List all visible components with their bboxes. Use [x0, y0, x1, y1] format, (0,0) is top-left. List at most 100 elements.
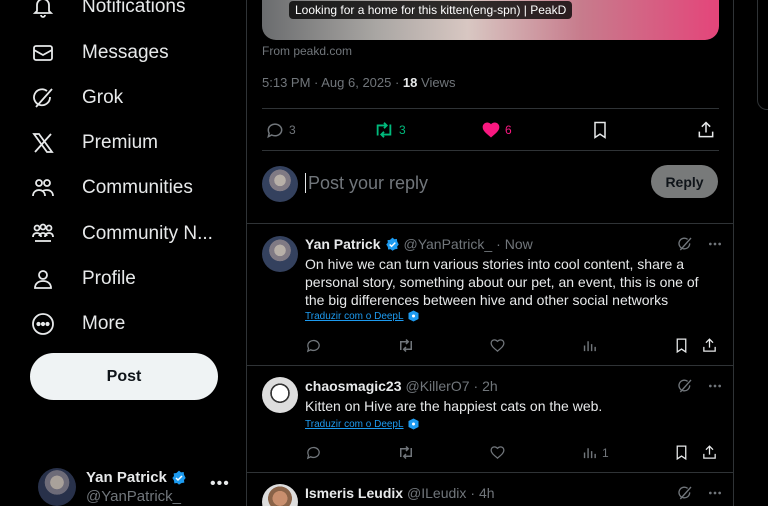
more-dots-icon[interactable] [707, 378, 723, 394]
heart-icon [481, 120, 501, 140]
tweet-top-icons [677, 236, 723, 252]
reply-icon [305, 444, 322, 461]
tweet-author-name[interactable]: Yan Patrick [305, 236, 381, 252]
sidebar-nav: Notifications Messages Grok Premium Comm… [0, 0, 246, 506]
account-name-row: Yan Patrick [86, 469, 187, 486]
list-item[interactable]: Ismeris Leudix @ILeudix · 4h [247, 473, 733, 506]
repost-action[interactable] [397, 444, 415, 461]
like-action[interactable]: 6 [481, 120, 512, 140]
tweet-top-icons [677, 485, 723, 501]
more-circle-icon [30, 311, 56, 337]
tweet-author-handle[interactable]: @ILeudix [407, 485, 466, 501]
tweet-time[interactable]: · Now [496, 236, 533, 252]
list-item[interactable]: chaosmagic23 @KillerO7 · 2h Kitten on Hi… [247, 366, 733, 473]
more-dots-icon[interactable]: ••• [210, 475, 230, 493]
link-source[interactable]: From peakd.com [262, 44, 352, 58]
tweet-header: chaosmagic23 @KillerO7 · 2h [305, 378, 498, 394]
avatar[interactable] [262, 236, 298, 272]
heart-icon [489, 444, 506, 461]
share-icon [701, 337, 718, 354]
tweet-author-name[interactable]: chaosmagic23 [305, 378, 402, 394]
post-timestamp[interactable]: 5:13 PM · Aug 6, 2025 · [262, 75, 403, 90]
views-count: 18 [402, 75, 418, 90]
tweet-actions [305, 337, 721, 357]
like-action[interactable] [489, 337, 506, 354]
nav-label: More [82, 313, 126, 334]
bookmark-action[interactable] [673, 444, 690, 461]
views-action[interactable] [581, 337, 602, 354]
bookmark-icon [673, 337, 690, 354]
translate-label: Traduzir com o DeepL [305, 418, 404, 430]
bookmark-action[interactable] [590, 120, 610, 140]
tweet-author-handle[interactable]: @KillerO7 [406, 378, 470, 394]
reply-action[interactable] [305, 337, 322, 354]
bookmark-action[interactable] [673, 337, 690, 354]
list-item[interactable]: Yan Patrick @YanPatrick_ · Now On hive w… [247, 224, 733, 366]
analytics-icon [581, 444, 598, 461]
nav-grok[interactable]: Grok [30, 78, 123, 118]
avatar [262, 166, 298, 202]
more-dots-icon[interactable] [707, 236, 723, 252]
repost-icon [373, 120, 395, 140]
x-logo-icon [30, 130, 56, 156]
more-dots-icon[interactable] [707, 485, 723, 501]
nav-premium[interactable]: Premium [30, 123, 158, 163]
account-switcher[interactable]: Yan Patrick @YanPatrick_ ••• [38, 466, 238, 506]
grok-icon[interactable] [677, 236, 693, 252]
nav-messages[interactable]: Messages [30, 33, 169, 73]
like-action[interactable] [489, 444, 506, 461]
reply-button[interactable]: Reply [651, 165, 718, 198]
bookmark-icon [673, 444, 690, 461]
link-card-image[interactable]: Looking for a home for this kitten(eng-s… [262, 0, 719, 40]
tweet-time[interactable]: · 4h [470, 485, 494, 501]
post-button[interactable]: Post [30, 353, 218, 400]
main-timeline: Looking for a home for this kitten(eng-s… [246, 0, 734, 506]
post-meta: 5:13 PM · Aug 6, 2025 · 18 Views [262, 75, 455, 90]
translate-link[interactable]: Traduzir com o DeepL [305, 310, 419, 322]
tweet-author-name[interactable]: Ismeris Leudix [305, 485, 403, 501]
share-action[interactable] [696, 120, 716, 140]
reply-action[interactable]: 3 [265, 120, 296, 140]
nav-community-notes[interactable]: Community N... [30, 214, 213, 254]
verified-badge-icon [385, 237, 400, 252]
tweet-text: On hive we can turn various stories into… [305, 256, 699, 308]
grok-icon[interactable] [677, 378, 693, 394]
account-name: Yan Patrick [86, 469, 167, 486]
views-action[interactable]: 1 [581, 444, 609, 461]
tweet-time[interactable]: · 2h [474, 378, 498, 394]
nav-notifications[interactable]: Notifications [30, 0, 186, 27]
communities-icon [30, 175, 56, 201]
translate-label: Traduzir com o DeepL [305, 310, 404, 322]
link-card-caption: Looking for a home for this kitten(eng-s… [289, 1, 573, 19]
reply-icon [265, 120, 285, 140]
repost-action[interactable]: 3 [373, 120, 406, 140]
reply-input[interactable]: Post your reply [305, 173, 428, 193]
avatar [38, 468, 76, 506]
bookmark-icon [590, 120, 610, 140]
nav-communities[interactable]: Communities [30, 168, 193, 208]
nav-more[interactable]: More [30, 304, 125, 344]
heart-icon [489, 337, 506, 354]
account-handle: @YanPatrick_ [86, 488, 181, 505]
deepl-icon [408, 310, 419, 322]
grok-icon[interactable] [677, 485, 693, 501]
nav-profile[interactable]: Profile [30, 259, 136, 299]
nav-label: Community N... [82, 223, 213, 244]
share-action[interactable] [701, 337, 718, 354]
bell-icon [30, 0, 56, 20]
share-action[interactable] [701, 444, 718, 461]
verified-badge-icon [171, 470, 187, 486]
envelope-icon [30, 40, 56, 66]
nav-label: Communities [82, 177, 193, 198]
reply-count: 3 [289, 123, 296, 137]
translate-link[interactable]: Traduzir com o DeepL [305, 418, 419, 430]
tweet-header: Ismeris Leudix @ILeudix · 4h [305, 485, 495, 501]
nav-label: Messages [82, 42, 169, 63]
tweet-author-handle[interactable]: @YanPatrick_ [404, 236, 493, 252]
grok-icon [30, 85, 56, 111]
tweet-actions: 1 [305, 444, 721, 464]
avatar[interactable] [262, 484, 298, 506]
avatar[interactable] [262, 377, 298, 413]
reply-action[interactable] [305, 444, 322, 461]
repost-action[interactable] [397, 337, 415, 354]
